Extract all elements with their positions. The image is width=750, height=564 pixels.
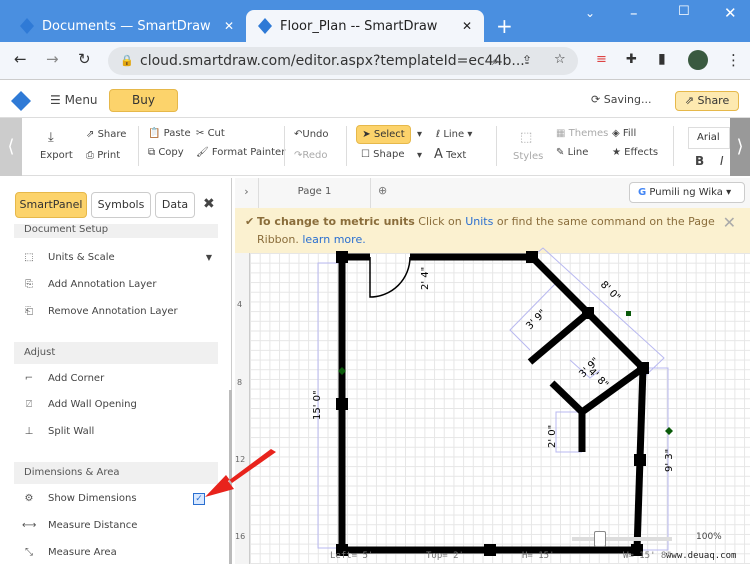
watermark: www.deuaq.com	[666, 551, 737, 561]
door-swing	[369, 256, 411, 298]
dim-stub: 2' 0"	[547, 425, 558, 448]
handle	[637, 362, 649, 374]
selection-handles	[336, 251, 649, 556]
handle	[634, 454, 646, 466]
control-points	[338, 311, 673, 435]
dim-inner: 4' 8"	[586, 366, 610, 390]
dim-right-wall: 9' 3"	[664, 449, 675, 472]
handle	[526, 251, 538, 263]
left-value: Left= 5'	[330, 551, 374, 561]
shape-info-bar: Left= 5' Top= 2' H= 15' W= 15' 8" www.de…	[330, 551, 750, 564]
zoom-slider-thumb[interactable]	[594, 531, 606, 547]
handle	[336, 251, 348, 263]
dim-left-wall: 15' 0"	[312, 390, 323, 420]
dimension-labels: 2' 4" 15' 0" 8' 0" 3' 9" 3' 9" 4' 8" 2' …	[312, 267, 675, 472]
width-value: W= 15' 8"	[623, 551, 672, 561]
height-value: H= 15'	[522, 551, 555, 561]
wall	[549, 380, 585, 415]
handle	[582, 307, 594, 319]
handle	[336, 398, 348, 410]
annotation-arrow	[205, 449, 276, 497]
zoom-level: 100%	[696, 532, 722, 542]
walls	[338, 253, 647, 554]
zoom-slider[interactable]	[572, 537, 672, 541]
floor-plan[interactable]: 2' 4" 15' 0" 8' 0" 3' 9" 3' 9" 4' 8" 2' …	[0, 0, 750, 564]
dim-diagonal: 8' 0"	[598, 279, 622, 303]
top-value: Top= 2'	[426, 551, 464, 561]
dim-door: 2' 4"	[420, 267, 431, 290]
